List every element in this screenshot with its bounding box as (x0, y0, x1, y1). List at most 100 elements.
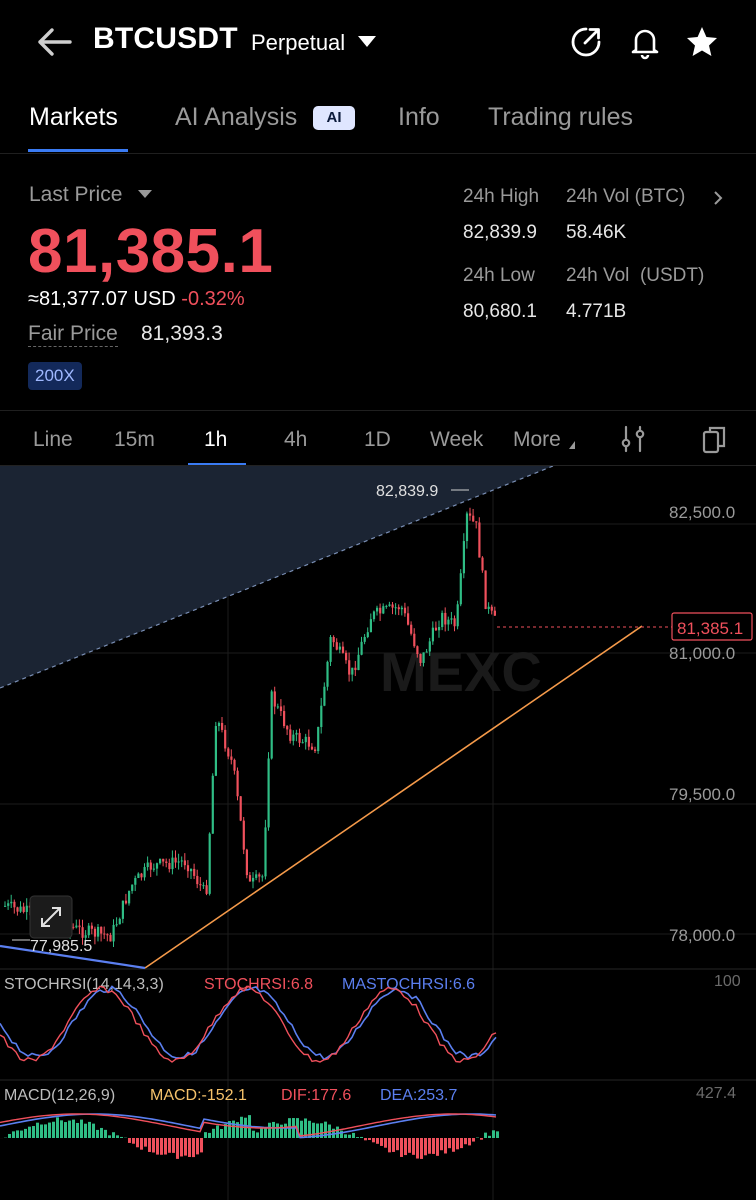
interval-1h[interactable]: 1h (204, 428, 227, 452)
candle-body (7, 903, 10, 906)
expand-icon[interactable] (29, 895, 73, 939)
macd-bar (420, 1138, 423, 1159)
candle-body (410, 624, 413, 634)
more-caret-icon[interactable] (569, 441, 575, 449)
candle-body (190, 868, 193, 872)
candle-body (279, 706, 283, 712)
macd-bar (64, 1122, 67, 1138)
macd-bar (84, 1123, 87, 1138)
candle-body (462, 541, 465, 574)
tab-trading-rules[interactable]: Trading rules (488, 103, 633, 132)
interval-week[interactable]: Week (430, 428, 483, 452)
macd-title: MACD(12,26,9) (4, 1087, 115, 1104)
macd-bar (56, 1117, 59, 1138)
candle-body (4, 905, 7, 907)
candle-body (168, 862, 171, 870)
symbol-title[interactable]: BTCUSDT (93, 22, 238, 56)
bell-icon[interactable] (627, 24, 663, 60)
macd-bar (252, 1130, 255, 1138)
candle-body (208, 833, 211, 894)
macd-bar (160, 1138, 163, 1155)
candle-body (363, 637, 366, 642)
macd-bar (68, 1120, 71, 1138)
interval-line[interactable]: Line (33, 428, 73, 452)
macd-bar (412, 1138, 415, 1155)
stochrsi-axis-label: 100 (714, 973, 741, 990)
candle-body (450, 618, 453, 620)
star-icon[interactable] (684, 24, 720, 60)
macd-bar (172, 1138, 175, 1153)
copy-icon[interactable] (700, 424, 730, 454)
24h-low-value: 80,680.1 (463, 301, 537, 322)
low-marker: 77,985.5 (30, 938, 92, 955)
candle-body (425, 651, 428, 653)
macd-bar (32, 1126, 35, 1138)
back-arrow-icon[interactable] (34, 24, 74, 60)
candle-body (261, 876, 264, 878)
macd-bar (468, 1138, 471, 1146)
share-icon[interactable] (568, 24, 604, 60)
candle-body (276, 706, 279, 708)
candle-body (444, 612, 447, 625)
macd-bar (280, 1124, 283, 1138)
candle-body (478, 522, 481, 558)
candle-body (403, 607, 407, 614)
macd-bar (148, 1138, 151, 1152)
indicator-settings-icon[interactable] (618, 424, 648, 454)
contract-type[interactable]: Perpetual (251, 30, 345, 56)
candle-body (103, 933, 106, 935)
candle-body (90, 925, 93, 929)
candle-body (376, 607, 379, 612)
last-price-label[interactable]: Last Price (29, 183, 122, 207)
candle-body (118, 918, 121, 925)
candle-body (453, 618, 456, 627)
24h-vol-usdt-label: 24h Vol (USDT) (566, 265, 705, 286)
candle-body (397, 607, 400, 610)
candle-body (481, 557, 484, 571)
macd-bar (492, 1130, 495, 1138)
y-axis-label: 79,500.0 (669, 785, 735, 804)
macd-bar (28, 1126, 31, 1138)
tab-markets[interactable]: Markets (29, 103, 118, 132)
24h-high-value: 82,839.9 (463, 222, 537, 243)
candle-body (112, 924, 115, 942)
candle-body (289, 729, 292, 741)
macd-bar (464, 1138, 467, 1145)
candle-body (121, 900, 124, 919)
candle-body (419, 654, 422, 663)
interval-more[interactable]: More (513, 428, 561, 452)
macd-bar (72, 1119, 75, 1138)
macd-bar (96, 1129, 99, 1138)
macd-bar (44, 1124, 47, 1138)
tab-ai-analysis[interactable]: AI Analysis (175, 103, 297, 132)
macd-bar (272, 1121, 275, 1138)
candle-body (407, 613, 410, 625)
24h-high-label: 24h High (463, 186, 540, 207)
interval-15m[interactable]: 15m (114, 428, 155, 452)
macd-bar (48, 1122, 51, 1138)
candle-body (493, 610, 496, 616)
candle-body (388, 604, 391, 606)
candle-body (320, 705, 323, 728)
candle-body (155, 863, 159, 869)
dea-value: DEA:253.7 (380, 1087, 457, 1104)
fair-price-label[interactable]: Fair Price (28, 322, 118, 347)
candle-body (205, 885, 208, 894)
macd-bar (216, 1125, 219, 1138)
24h-vol-btc-label[interactable]: 24h Vol (BTC) (566, 186, 685, 208)
candle-body (236, 770, 239, 797)
chevron-down-icon[interactable] (138, 190, 152, 198)
macd-bar (456, 1138, 459, 1150)
interval-1d[interactable]: 1D (364, 428, 391, 452)
tab-info[interactable]: Info (398, 103, 440, 132)
chevron-down-icon[interactable] (358, 36, 376, 47)
y-axis-label: 78,000.0 (669, 926, 735, 945)
interval-4h[interactable]: 4h (284, 428, 307, 452)
price-chart[interactable]: MEXC 82,839.9 77,985.5 81,385.1 82,500.0… (0, 466, 756, 1200)
candle-body (152, 868, 155, 870)
chevron-right-icon[interactable] (710, 188, 726, 208)
candle-body (193, 868, 196, 876)
macd-bar (348, 1134, 351, 1138)
header-bar: BTCUSDT Perpetual (0, 0, 756, 84)
candle-body (338, 646, 341, 650)
